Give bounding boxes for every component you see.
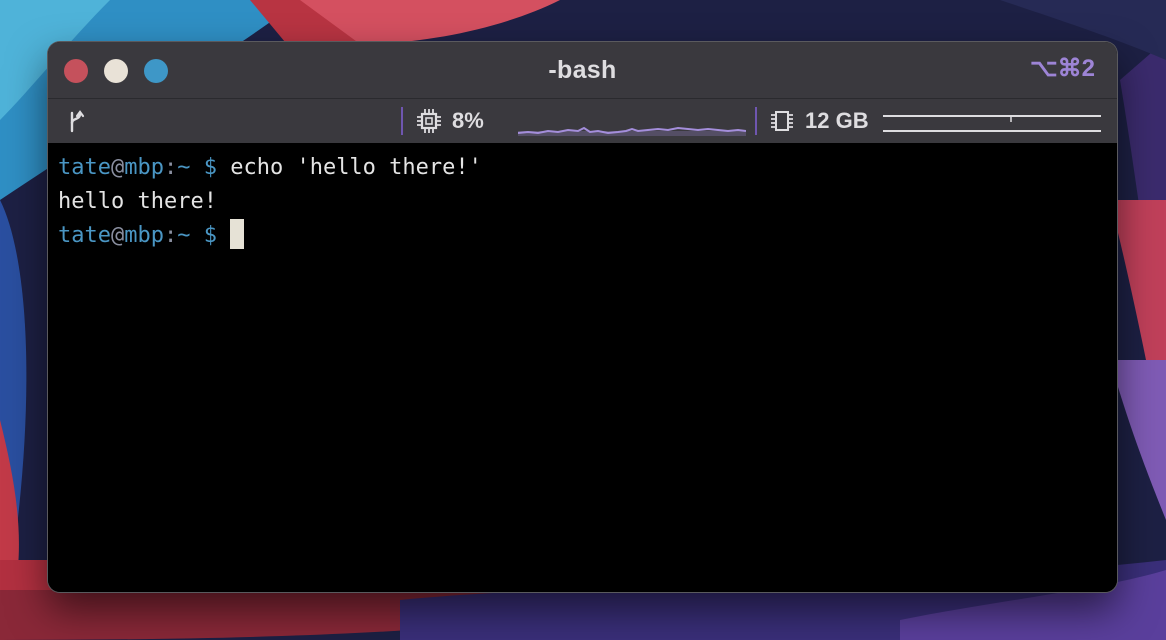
memory-icon — [771, 111, 793, 131]
prompt-user: tate — [58, 223, 111, 248]
prompt-host: mbp — [124, 155, 164, 180]
prompt-colon: : — [163, 155, 178, 180]
title-bar[interactable]: -bash ⌥⌘2 — [48, 42, 1117, 98]
prompt-colon: : — [163, 223, 178, 248]
prompt-cwd: ~ — [177, 155, 191, 180]
prompt-cwd: ~ — [177, 223, 191, 248]
terminal-line: tate@mbp:~ $ — [58, 219, 1117, 253]
prompt-dollar: $ — [203, 155, 217, 180]
command-output: hello there! — [58, 189, 217, 214]
window-title: -bash — [548, 56, 617, 84]
cpu-icon — [417, 109, 441, 133]
status-bar: 8% 12 GB — [48, 98, 1117, 144]
terminal-line: hello there! — [58, 185, 1117, 219]
window-shortcut: ⌥⌘2 — [1029, 55, 1095, 82]
memory-graph — [883, 115, 1101, 132]
prompt-dollar: $ — [203, 223, 217, 248]
memory-usage: 12 GB — [805, 108, 869, 133]
prompt-at: @ — [110, 155, 125, 180]
status-divider — [401, 107, 403, 135]
prompt-host: mbp — [124, 223, 164, 248]
command-input[interactable] — [217, 223, 230, 248]
prompt-user: tate — [58, 155, 111, 180]
terminal-output[interactable]: tate@mbp:~ $ echo 'hello there!' hello t… — [48, 143, 1117, 592]
prompt-at: @ — [110, 223, 125, 248]
command-text: echo 'hello there!' — [216, 155, 482, 180]
terminal-line: tate@mbp:~ $ echo 'hello there!' — [58, 151, 1117, 185]
status-divider — [755, 107, 757, 135]
cpu-graph — [518, 126, 746, 136]
git-branch-icon — [70, 110, 85, 133]
cpu-usage: 8% — [452, 108, 484, 133]
terminal-window: -bash ⌥⌘2 8% 12 GB tate@mbp:~ $ echo 'he… — [48, 42, 1117, 592]
text-cursor — [230, 219, 245, 249]
